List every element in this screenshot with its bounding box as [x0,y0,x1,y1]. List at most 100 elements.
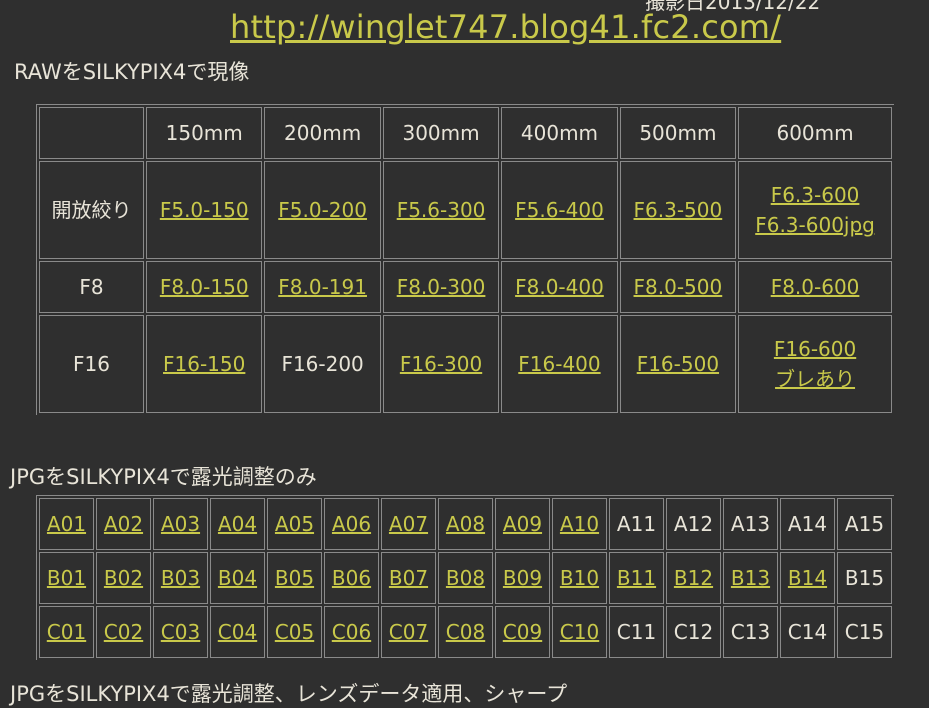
image-link[interactable]: B11 [617,566,656,590]
image-link[interactable]: F6.3-500 [621,195,735,225]
image-link[interactable]: B12 [674,566,713,590]
jpg-cell[interactable]: A02 [96,498,151,550]
image-link[interactable]: C01 [47,620,86,644]
image-link[interactable]: B04 [218,566,257,590]
jpg-cell[interactable]: C09 [495,606,550,658]
jpg-cell[interactable]: B01 [39,552,94,604]
image-link[interactable]: B03 [161,566,200,590]
image-link[interactable]: F6.3-600 [739,180,891,210]
jpg-cell[interactable]: B14 [780,552,835,604]
image-link[interactable]: A08 [446,512,485,536]
jpg-cell[interactable]: B02 [96,552,151,604]
image-link[interactable]: C04 [218,620,257,644]
image-link[interactable]: C02 [104,620,143,644]
raw-cell[interactable]: F5.6-300 [382,161,500,259]
raw-cell[interactable]: F16-300 [382,315,500,413]
raw-cell[interactable]: F8.0-300 [382,261,500,313]
jpg-cell[interactable]: A09 [495,498,550,550]
image-link[interactable]: C05 [275,620,314,644]
raw-cell[interactable]: F8.0-600 [738,261,892,313]
blog-url-link[interactable]: http://winglet747.blog41.fc2.com/ [230,8,781,46]
jpg-cell[interactable]: B06 [324,552,379,604]
jpg-cell[interactable]: C07 [381,606,436,658]
image-link[interactable]: C08 [446,620,485,644]
image-link[interactable]: A04 [218,512,257,536]
jpg-cell[interactable]: C05 [267,606,322,658]
image-link[interactable]: B06 [332,566,371,590]
jpg-cell[interactable]: C03 [153,606,208,658]
jpg-cell[interactable]: B10 [552,552,607,604]
raw-cell[interactable]: F8.0-150 [145,261,263,313]
image-link[interactable]: F16-150 [147,349,261,379]
image-link[interactable]: B08 [446,566,485,590]
jpg-cell[interactable]: C10 [552,606,607,658]
jpg-cell[interactable]: B05 [267,552,322,604]
jpg-cell[interactable]: B07 [381,552,436,604]
image-link[interactable]: A02 [104,512,143,536]
jpg-cell[interactable]: A08 [438,498,493,550]
jpg-cell[interactable]: C06 [324,606,379,658]
image-link[interactable]: F16-300 [384,349,498,379]
image-link[interactable]: F5.0-200 [265,195,379,225]
image-link[interactable]: F16-500 [621,349,735,379]
raw-cell[interactable]: F6.3-500 [619,161,737,259]
jpg-cell[interactable]: A03 [153,498,208,550]
jpg-cell[interactable]: A04 [210,498,265,550]
image-link[interactable]: B14 [788,566,827,590]
image-link[interactable]: B13 [731,566,770,590]
image-link[interactable]: A10 [560,512,599,536]
jpg-cell[interactable]: C04 [210,606,265,658]
image-link[interactable]: B01 [47,566,86,590]
jpg-cell[interactable]: A10 [552,498,607,550]
image-link[interactable]: A03 [161,512,200,536]
jpg-cell[interactable]: A07 [381,498,436,550]
image-link[interactable]: F16-600 [739,334,891,364]
image-link[interactable]: C09 [503,620,542,644]
jpg-cell[interactable]: B04 [210,552,265,604]
jpg-cell[interactable]: B13 [723,552,778,604]
jpg-cell[interactable]: A06 [324,498,379,550]
image-link[interactable]: F5.6-400 [502,195,616,225]
jpg-cell[interactable]: A01 [39,498,94,550]
image-link[interactable]: A05 [275,512,314,536]
image-link[interactable]: B10 [560,566,599,590]
image-link[interactable]: A09 [503,512,542,536]
jpg-cell[interactable]: C02 [96,606,151,658]
image-link[interactable]: F8.0-500 [621,272,735,302]
image-link[interactable]: B07 [389,566,428,590]
image-link[interactable]: A01 [47,512,86,536]
jpg-cell[interactable]: B11 [609,552,664,604]
jpg-cell[interactable]: B09 [495,552,550,604]
raw-cell[interactable]: F5.0-150 [145,161,263,259]
raw-cell[interactable]: F8.0-191 [264,261,381,313]
jpg-cell[interactable]: B12 [666,552,721,604]
jpg-cell[interactable]: A05 [267,498,322,550]
image-link[interactable]: F5.6-300 [384,195,498,225]
image-link[interactable]: A07 [389,512,428,536]
image-link[interactable]: F8.0-600 [739,272,891,302]
image-link[interactable]: A06 [332,512,371,536]
image-link[interactable]: ブレあり [739,364,891,394]
raw-cell[interactable]: F16-600 ブレあり [738,315,892,413]
raw-cell[interactable]: F16-500 [619,315,737,413]
raw-cell[interactable]: F16-400 [501,315,618,413]
image-link[interactable]: B02 [104,566,143,590]
jpg-cell[interactable]: C08 [438,606,493,658]
image-link[interactable]: F16-400 [502,349,616,379]
image-link[interactable]: C06 [332,620,371,644]
image-link[interactable]: F5.0-150 [147,195,261,225]
image-link[interactable]: B09 [503,566,542,590]
image-link[interactable]: F8.0-191 [265,272,379,302]
image-link[interactable]: C07 [389,620,428,644]
jpg-cell[interactable]: B08 [438,552,493,604]
image-link[interactable]: C10 [560,620,599,644]
image-link[interactable]: F8.0-300 [384,272,498,302]
jpg-cell[interactable]: B03 [153,552,208,604]
image-link[interactable]: F8.0-400 [502,272,616,302]
image-link[interactable]: F6.3-600jpg [739,210,891,240]
raw-cell[interactable]: F5.6-400 [501,161,618,259]
raw-cell[interactable]: F16-150 [145,315,263,413]
raw-cell[interactable]: F8.0-500 [619,261,737,313]
raw-cell[interactable]: F5.0-200 [264,161,381,259]
jpg-cell[interactable]: C01 [39,606,94,658]
